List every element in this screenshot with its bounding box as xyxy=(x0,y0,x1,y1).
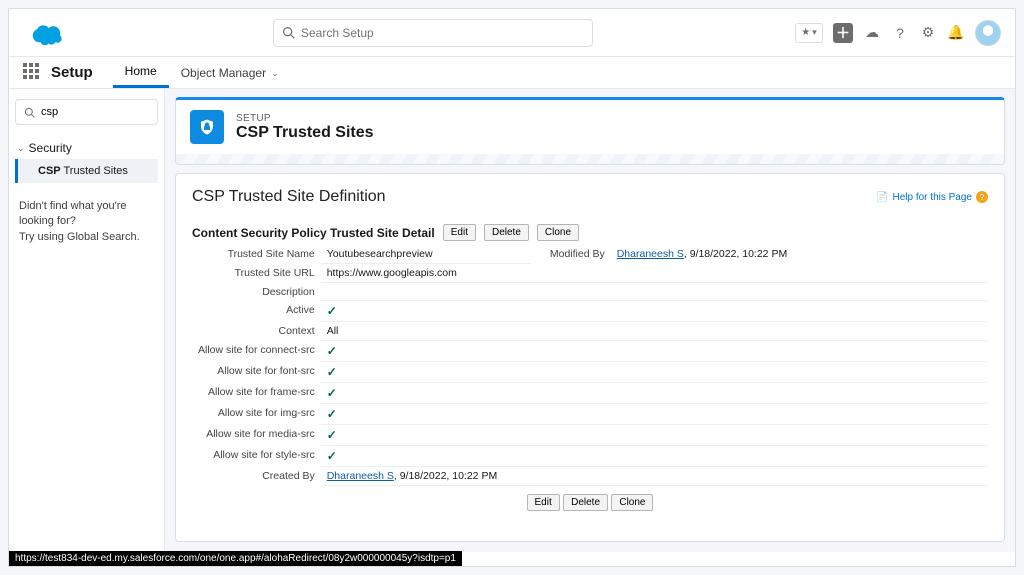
delete-button[interactable]: Delete xyxy=(484,224,529,241)
global-search[interactable] xyxy=(273,19,593,47)
table-row: Allow site for frame-src✓ xyxy=(192,383,988,404)
content-area: SETUP CSP Trusted Sites CSP Trusted Site… xyxy=(165,89,1015,552)
search-icon xyxy=(24,107,35,118)
chevron-down-icon: ⌄ xyxy=(271,58,279,88)
shield-icon xyxy=(190,110,224,144)
avatar[interactable] xyxy=(975,20,1001,46)
table-row: Allow site for media-src✓ xyxy=(192,425,988,446)
sidebar-section-security[interactable]: ⌄ Security xyxy=(15,137,158,159)
table-row: Trusted Site Name Youtubesearchpreview M… xyxy=(192,245,988,264)
clone-button-bottom[interactable]: Clone xyxy=(611,494,653,511)
clone-button[interactable]: Clone xyxy=(537,224,579,241)
table-row: ContextAll xyxy=(192,322,988,341)
table-row: Description xyxy=(192,283,988,301)
sidebar-search-input[interactable] xyxy=(41,106,149,118)
table-row: Allow site for font-src✓ xyxy=(192,362,988,383)
classic-body: CSP Trusted Site Definition 📄Help for th… xyxy=(175,173,1005,542)
detail-section-title: Content Security Policy Trusted Site Det… xyxy=(192,226,435,240)
sidebar-search[interactable] xyxy=(15,99,158,125)
sidebar-global-search-hint: Didn't find what you're looking for? Try… xyxy=(15,199,158,245)
check-icon: ✓ xyxy=(327,304,337,318)
header-actions: ★▾ ＋ ☁ ? ⚙ 🔔 xyxy=(795,20,1001,46)
salesforce-help-icon[interactable]: ☁ xyxy=(863,24,881,42)
detail-table: Trusted Site Name Youtubesearchpreview M… xyxy=(192,245,988,486)
bottom-button-row: Edit Delete Clone xyxy=(192,494,988,511)
app-frame: ★▾ ＋ ☁ ? ⚙ 🔔 Setup Home Object Manager⌄ … xyxy=(8,8,1016,567)
table-row: Allow site for style-src✓ xyxy=(192,446,988,467)
table-row: Allow site for connect-src✓ xyxy=(192,341,988,362)
global-header: ★▾ ＋ ☁ ? ⚙ 🔔 xyxy=(9,9,1015,57)
global-create-button[interactable]: ＋ xyxy=(833,23,853,43)
page-header-card: SETUP CSP Trusted Sites xyxy=(175,97,1005,165)
tab-home[interactable]: Home xyxy=(113,57,169,88)
page-eyebrow: SETUP xyxy=(236,113,374,124)
app-launcher-icon[interactable] xyxy=(23,63,43,83)
header-pattern xyxy=(176,154,1004,164)
check-icon: ✓ xyxy=(327,428,337,442)
search-icon xyxy=(282,26,295,39)
table-row: Active✓ xyxy=(192,301,988,322)
help-icon[interactable]: ? xyxy=(891,24,909,42)
main: ⌄ Security CSP Trusted Sites Didn't find… xyxy=(9,89,1015,552)
chevron-down-icon: ⌄ xyxy=(17,143,25,154)
record-title: CSP Trusted Site Definition xyxy=(192,188,386,206)
notifications-icon[interactable]: 🔔 xyxy=(947,24,965,42)
global-search-input[interactable] xyxy=(301,26,584,40)
created-by-user-link[interactable]: Dharaneesh S xyxy=(327,470,394,482)
edit-button-bottom[interactable]: Edit xyxy=(527,494,560,511)
modified-by-user-link[interactable]: Dharaneesh S xyxy=(617,248,684,260)
setup-gear-icon[interactable]: ⚙ xyxy=(919,24,937,42)
nav-tabs: Setup Home Object Manager⌄ xyxy=(9,57,1015,89)
check-icon: ✓ xyxy=(327,365,337,379)
setup-sidebar: ⌄ Security CSP Trusted Sites Didn't find… xyxy=(9,89,165,552)
check-icon: ✓ xyxy=(327,407,337,421)
app-name: Setup xyxy=(51,57,93,88)
table-row: Allow site for img-src✓ xyxy=(192,404,988,425)
help-for-this-page-link[interactable]: 📄Help for this Page? xyxy=(876,191,988,203)
check-icon: ✓ xyxy=(327,344,337,358)
tab-object-manager[interactable]: Object Manager⌄ xyxy=(169,57,291,88)
table-row: Created By Dharaneesh S, 9/18/2022, 10:2… xyxy=(192,467,988,486)
edit-button[interactable]: Edit xyxy=(443,224,476,241)
sidebar-item-csp-trusted-sites[interactable]: CSP Trusted Sites xyxy=(15,159,158,183)
check-icon: ✓ xyxy=(327,386,337,400)
salesforce-logo-icon xyxy=(29,21,65,45)
check-icon: ✓ xyxy=(327,449,337,463)
favorite-button[interactable]: ★▾ xyxy=(795,23,823,43)
browser-status-bar: https://test834-dev-ed.my.salesforce.com… xyxy=(9,551,462,566)
delete-button-bottom[interactable]: Delete xyxy=(563,494,608,511)
page-title: CSP Trusted Sites xyxy=(236,124,374,142)
table-row: Trusted Site URLhttps://www.googleapis.c… xyxy=(192,264,988,283)
